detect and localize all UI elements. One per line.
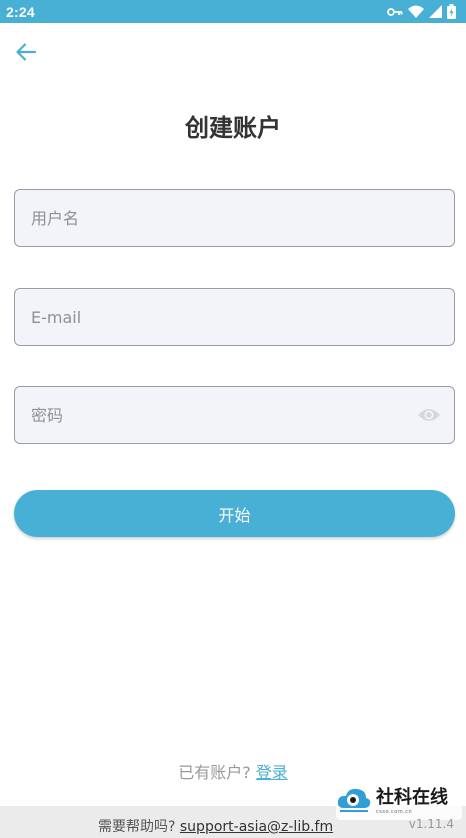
- watermark-text: 社科在线: [376, 786, 448, 808]
- version-label: v1.11.4: [408, 817, 454, 831]
- signal-icon: [429, 5, 442, 18]
- arrow-left-icon: [16, 43, 37, 65]
- key-icon: [387, 7, 403, 17]
- status-icons: [387, 0, 456, 23]
- email-input[interactable]: [15, 289, 454, 345]
- login-link[interactable]: 登录: [256, 763, 288, 782]
- back-button[interactable]: [12, 40, 40, 68]
- status-time: 2:24: [6, 3, 35, 20]
- status-bar: 2:24: [0, 0, 466, 23]
- login-prompt: 已有账户?: [178, 763, 251, 782]
- help-row: 需要帮助吗? support-asia@z-lib.fm: [98, 816, 333, 836]
- username-input[interactable]: [15, 190, 454, 246]
- watermark-subtext: csso.com.cn: [376, 808, 413, 815]
- eye-icon[interactable]: [416, 402, 442, 428]
- password-field[interactable]: [14, 386, 455, 444]
- username-field[interactable]: [14, 189, 455, 247]
- cloud-eye-logo-icon: [336, 784, 372, 818]
- help-prompt: 需要帮助吗?: [98, 819, 176, 835]
- login-row: 已有账户? 登录: [0, 759, 466, 783]
- page-title: 创建账户: [185, 114, 281, 142]
- wifi-icon: [408, 5, 424, 18]
- watermark: 社科在线 csso.com.cn: [336, 782, 462, 820]
- start-button[interactable]: 开始: [14, 490, 455, 537]
- password-input[interactable]: [15, 387, 454, 443]
- help-email-link[interactable]: support-asia@z-lib.fm: [180, 819, 333, 835]
- email-field[interactable]: [14, 288, 455, 346]
- battery-icon: [447, 4, 456, 19]
